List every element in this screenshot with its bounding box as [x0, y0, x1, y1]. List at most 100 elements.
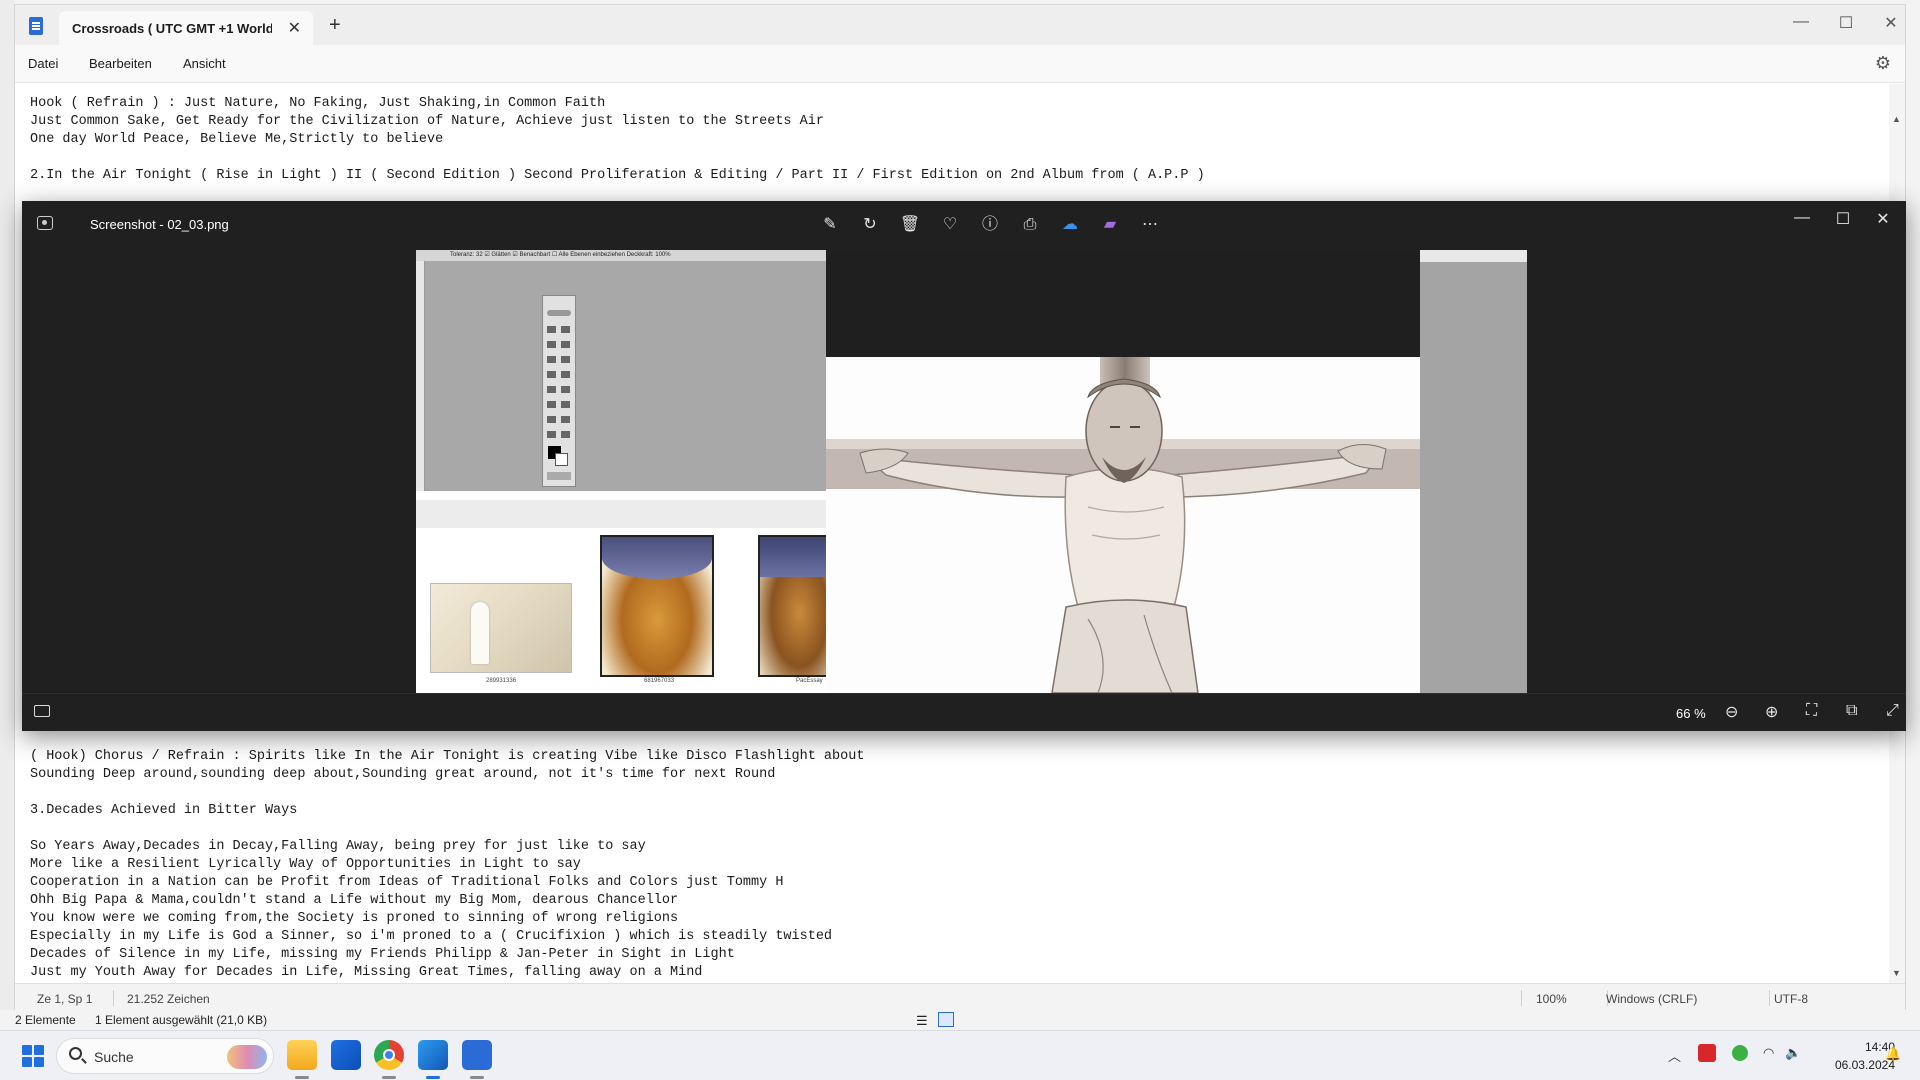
taskbar: Suche ︿ ◠ 🔈 14:40 06.03.2024 🔔: [0, 1030, 1920, 1080]
taskbar-indicator: [470, 1076, 484, 1079]
thumbnail-caption-2: 681967033: [644, 678, 675, 684]
print-icon[interactable]: ⎙: [1018, 213, 1042, 237]
image-thumbnail-1: [430, 583, 572, 673]
start-windows-icon[interactable]: [22, 1045, 44, 1067]
menu-ansicht[interactable]: Ansicht: [183, 56, 226, 71]
microsoft-store-icon[interactable]: [331, 1040, 361, 1070]
encoding[interactable]: UTF-8: [1774, 992, 1808, 1006]
image-dark-region: [826, 250, 1420, 357]
zoom-in-icon[interactable]: ⊕: [1765, 702, 1778, 722]
crucifix-photo: [826, 357, 1420, 693]
search-label: Suche: [94, 1049, 134, 1065]
editor-line: Ohh Big Papa & Mama,couldn't stand a Lif…: [30, 893, 679, 908]
viewer-close-icon[interactable]: ✕: [1868, 209, 1898, 229]
image-canvas[interactable]: Toleranz: 32 ☑ Glätten ☑ Benachbart ☐ Al…: [22, 247, 1906, 693]
notepad-taskbar-icon[interactable]: [462, 1040, 492, 1070]
zoom-out-icon[interactable]: ⊖: [1725, 702, 1738, 722]
editor-line: 3.Decades Achieved in Bitter Ways: [30, 803, 298, 818]
cursor-position: Ze 1, Sp 1: [37, 992, 93, 1006]
volume-icon[interactable]: 🔈: [1785, 1045, 1801, 1061]
notepad-tab[interactable]: Crossroads ( UTC GMT +1 World ( l ✕: [59, 11, 313, 45]
acrobat-tray-icon[interactable]: [1698, 1044, 1716, 1062]
status-divider: [1769, 990, 1770, 1006]
clock-time[interactable]: 14:40: [1805, 1040, 1895, 1054]
delete-icon[interactable]: 🗑: [898, 213, 922, 237]
explorer-status-bar: 2 Elemente 1 Element ausgewählt (21,0 KB…: [0, 1010, 1920, 1030]
notepad-status-bar: Ze 1, Sp 1 21.252 Zeichen 100% Windows (…: [15, 983, 1905, 1011]
fullscreen-icon[interactable]: ⤢: [1886, 702, 1899, 720]
menu-datei[interactable]: Datei: [28, 56, 58, 71]
photos-app-icon: [37, 216, 53, 230]
details-view-icon[interactable]: ☰: [916, 1013, 928, 1029]
viewer-zoom-level[interactable]: 66 %: [1676, 706, 1706, 721]
image-gray-workspace: [416, 261, 826, 491]
notepad-app-icon: [29, 17, 43, 35]
new-tab-icon[interactable]: +: [329, 14, 341, 37]
taskbar-indicator: [382, 1076, 396, 1079]
photo-viewer-window: Screenshot - 02_03.png ✎ ↻ 🗑 ♡ ⓘ ⎙ ☁ ▰ ⋯…: [22, 201, 1906, 731]
editor-line: Sounding Deep around,sounding deep about…: [30, 767, 776, 782]
filmstrip-icon[interactable]: [34, 705, 50, 717]
line-ending[interactable]: Windows (CRLF): [1606, 992, 1697, 1006]
viewer-maximize-icon[interactable]: ☐: [1828, 209, 1858, 229]
editor-line: You know were we coming from,the Society…: [30, 911, 679, 926]
onedrive-cloud-icon[interactable]: ☁: [1058, 213, 1082, 237]
image-ruler: [416, 261, 425, 491]
editor-line: Especially in my Life is God a Sinner, s…: [30, 929, 833, 944]
editor-line: 2.In the Air Tonight ( Rise in Light ) I…: [30, 168, 1205, 183]
explorer-selection-info: 1 Element ausgewählt (21,0 KB): [95, 1013, 268, 1027]
edit-image-icon[interactable]: ✎: [818, 213, 842, 237]
image-options-bar-text: Toleranz: 32 ☑ Glätten ☑ Benachbart ☐ Al…: [416, 250, 826, 261]
crucifix-illustration: [826, 357, 1420, 693]
security-tray-icon[interactable]: [1732, 1045, 1748, 1061]
notification-bell-icon[interactable]: 🔔: [1885, 1046, 1901, 1062]
minimize-icon[interactable]: —: [1786, 13, 1816, 31]
fit-to-window-icon[interactable]: ⛶: [1806, 702, 1817, 720]
status-divider: [1521, 990, 1522, 1006]
scroll-up-icon[interactable]: ▲: [1892, 114, 1901, 124]
show-hidden-icons-chevron-icon[interactable]: ︿: [1668, 1046, 1681, 1065]
viewer-title-bar: Screenshot - 02_03.png ✎ ↻ 🗑 ♡ ⓘ ⎙ ☁ ▰ ⋯…: [22, 201, 1906, 247]
notepad-tab-title: Crossroads ( UTC GMT +1 World ( l: [72, 21, 272, 36]
clock-date[interactable]: 06.03.2024: [1805, 1058, 1895, 1072]
editor-line: So Years Away,Decades in Decay,Falling A…: [30, 839, 646, 854]
tiles-view-icon[interactable]: [938, 1012, 954, 1027]
close-window-icon[interactable]: ✕: [1876, 13, 1906, 33]
image-thumbnail-2: [600, 535, 714, 677]
info-icon[interactable]: ⓘ: [978, 213, 1002, 237]
zoom-level[interactable]: 100%: [1536, 992, 1567, 1006]
notepad-tab-bar: Crossroads ( UTC GMT +1 World ( l ✕ + — …: [15, 5, 1905, 45]
file-explorer-icon[interactable]: [287, 1040, 317, 1070]
search-highlight-icon: [227, 1045, 267, 1069]
photos-taskbar-icon[interactable]: [418, 1040, 448, 1070]
wifi-icon[interactable]: ◠: [1763, 1045, 1774, 1061]
character-count: 21.252 Zeichen: [127, 992, 210, 1006]
thumbnail-caption-3: PacEssay: [796, 678, 823, 684]
editor-line: ( Hook) Chorus / Refrain : Spirits like …: [30, 749, 865, 764]
menu-bearbeiten[interactable]: Bearbeiten: [89, 56, 152, 71]
taskbar-search-box[interactable]: Suche: [56, 1038, 274, 1074]
editor-line: Hook ( Refrain ) : Just Nature, No Fakin…: [30, 96, 606, 111]
editor-line: Cooperation in a Nation can be Profit fr…: [30, 875, 784, 890]
image-gray-panel-top: [1420, 250, 1527, 262]
gear-icon[interactable]: ⚙: [1875, 53, 1891, 74]
viewer-file-title: Screenshot - 02_03.png: [90, 217, 229, 232]
image-toolbox: [542, 295, 576, 487]
editor-line: Just my Youth Away for Decades in Life, …: [30, 965, 703, 980]
status-divider: [113, 990, 114, 1006]
maximize-icon[interactable]: ☐: [1831, 13, 1861, 33]
scroll-down-icon[interactable]: ▼: [1892, 968, 1901, 978]
viewer-minimize-icon[interactable]: —: [1787, 209, 1817, 227]
search-icon: [69, 1047, 82, 1060]
image-thumbnail-3: [758, 535, 826, 677]
clipchamp-icon[interactable]: ▰: [1098, 213, 1122, 237]
more-options-icon[interactable]: ⋯: [1138, 213, 1162, 237]
chrome-icon[interactable]: [374, 1040, 404, 1070]
close-tab-icon[interactable]: ✕: [288, 18, 301, 38]
taskbar-indicator-active: [426, 1076, 440, 1079]
editor-line: Just Common Sake, Get Ready for the Civi…: [30, 114, 824, 129]
rotate-icon[interactable]: ↻: [858, 213, 882, 237]
actual-size-icon[interactable]: ⧉: [1846, 702, 1857, 720]
notepad-menu-bar: Datei Bearbeiten Ansicht ⚙: [15, 45, 1905, 83]
favorite-heart-icon[interactable]: ♡: [938, 213, 962, 237]
